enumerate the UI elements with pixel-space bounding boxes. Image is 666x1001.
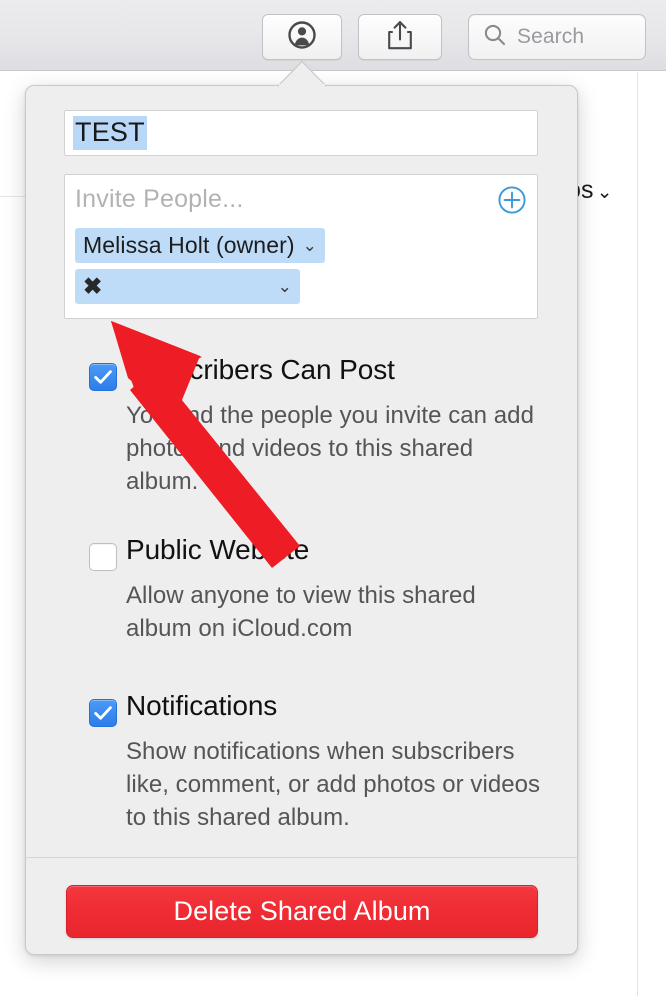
share-icon [386,19,414,56]
invite-people-box[interactable]: Invite People... Melissa Holt (owner) ⌄ … [64,174,538,319]
option-description: You and the people you invite can add ph… [126,402,534,495]
participant-name: Melissa Holt (owner) [83,232,295,258]
content-divider-left [0,72,1,996]
shared-album-settings-popover: TEST Invite People... Melissa Holt (owne… [25,85,578,955]
option-title: Public Website [126,534,310,565]
participant-name: ✖ [83,273,103,299]
participant-chip-owner[interactable]: Melissa Holt (owner) ⌄ [75,228,325,263]
people-button[interactable] [262,14,342,60]
popover-pointer [277,60,327,88]
search-icon [483,23,507,52]
album-name-value: TEST [73,116,147,150]
album-name-field[interactable]: TEST [64,110,538,156]
chevron-down-icon: ⌄ [596,182,613,203]
search-field[interactable]: Search [468,14,646,60]
share-button[interactable] [358,14,442,60]
person-circle-icon [287,20,317,55]
checkbox-subscribers-can-post[interactable] [89,363,117,391]
chevron-down-icon[interactable]: ⌄ [270,277,292,297]
option-description: Allow anyone to view this shared album o… [126,582,476,642]
option-title: Notifications [126,690,278,721]
delete-shared-album-button[interactable]: Delete Shared Album [66,885,538,938]
participant-chip-unknown[interactable]: ✖ ⌄ [75,269,300,304]
invite-people-input[interactable]: Invite People... [75,185,244,214]
content-divider-right [637,72,638,996]
chevron-down-icon[interactable]: ⌄ [295,236,317,256]
option-title: Subscribers Can Post [126,354,395,385]
checkbox-notifications[interactable] [89,699,117,727]
option-description: Show notifications when subscribers like… [126,738,541,831]
checkbox-public-website[interactable] [89,543,117,571]
search-input-placeholder: Search [517,25,585,48]
plus-circle-icon[interactable] [497,185,527,215]
popover-divider [26,857,577,858]
